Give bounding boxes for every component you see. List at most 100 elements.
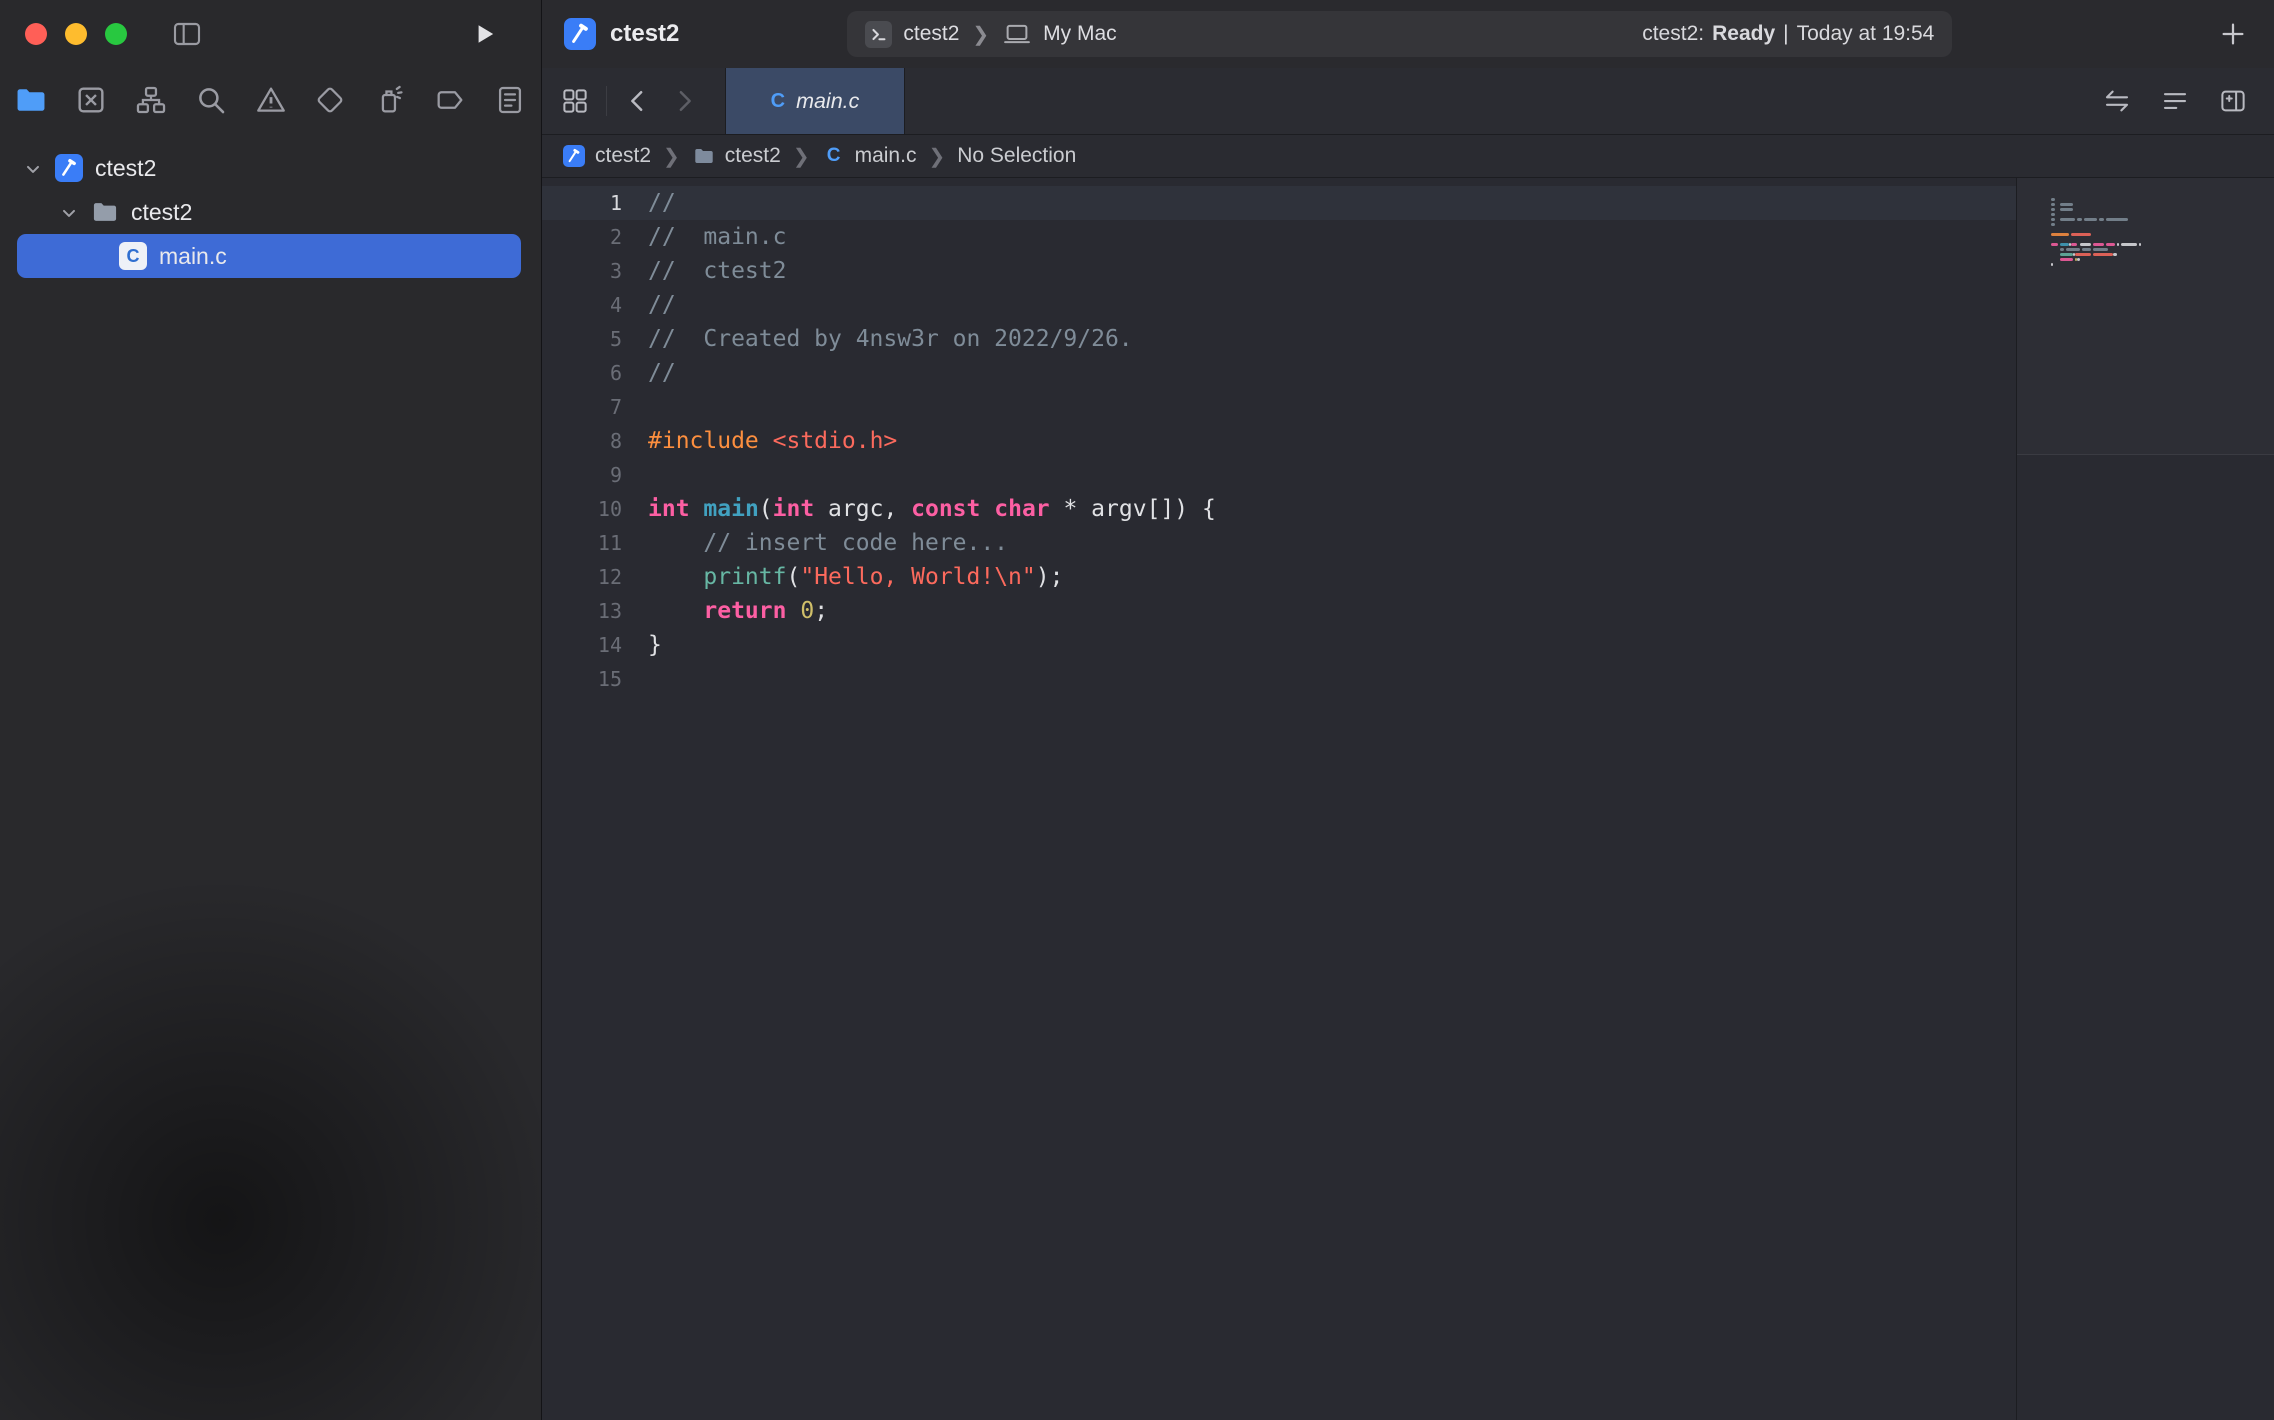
- debug-navigator-icon[interactable]: [373, 83, 407, 117]
- sidebar-toolbar: [0, 0, 541, 68]
- breakpoint-navigator-icon[interactable]: [433, 83, 467, 117]
- code-text[interactable]: }: [648, 628, 662, 662]
- breadcrumb-chevron-icon: ❯: [663, 144, 680, 169]
- line-number[interactable]: 7: [542, 390, 648, 424]
- line-number[interactable]: 8: [542, 424, 648, 458]
- code-text[interactable]: //: [648, 356, 676, 390]
- traffic-lights: [25, 23, 127, 45]
- code-line[interactable]: 2// main.c: [542, 220, 2016, 254]
- project-title: ctest2: [610, 20, 679, 48]
- code-text[interactable]: // insert code here...: [648, 526, 1008, 560]
- xcode-project-icon: [564, 18, 596, 50]
- folder-icon: [89, 197, 121, 227]
- jumpbar-label: ctest2: [725, 144, 781, 168]
- navigator-bar: [0, 68, 541, 132]
- code-line[interactable]: 10int main(int argc, const char * argv[]…: [542, 492, 2016, 526]
- forward-chevron-icon[interactable]: [669, 86, 699, 116]
- code-line[interactable]: 9: [542, 458, 2016, 492]
- main-toolbar: ctest2 ctest2 ❯ My Mac ctest2: Ready: [542, 0, 2274, 68]
- chevron-right-icon: ❯: [970, 22, 991, 47]
- code-line[interactable]: 13 return 0;: [542, 594, 2016, 628]
- line-number[interactable]: 9: [542, 458, 648, 492]
- xcode-project-icon: [562, 144, 586, 168]
- scheme-device-label: My Mac: [1043, 22, 1117, 46]
- sidebar-item-main-c[interactable]: Cmain.c: [17, 234, 521, 278]
- code-area[interactable]: 1//2// main.c3// ctest24//5// Created by…: [542, 178, 2016, 1420]
- line-number[interactable]: 2: [542, 220, 648, 254]
- sidebar-toggle-icon[interactable]: [171, 18, 203, 50]
- find-navigator-icon[interactable]: [194, 83, 228, 117]
- line-number[interactable]: 11: [542, 526, 648, 560]
- code-line[interactable]: 3// ctest2: [542, 254, 2016, 288]
- code-text[interactable]: printf("Hello, World!\n");: [648, 560, 1063, 594]
- tab-label: main.c: [796, 89, 859, 114]
- project-navigator-icon[interactable]: [14, 83, 48, 117]
- code-text[interactable]: //: [648, 288, 676, 322]
- code-line[interactable]: 6//: [542, 356, 2016, 390]
- code-line[interactable]: 12 printf("Hello, World!\n");: [542, 560, 2016, 594]
- code-text[interactable]: // ctest2: [648, 254, 786, 288]
- line-number[interactable]: 4: [542, 288, 648, 322]
- issue-navigator-icon[interactable]: [254, 83, 288, 117]
- jump-bar: ctest2❯ctest2❯Cmain.c❯No Selection: [542, 135, 2274, 178]
- code-line[interactable]: 1//: [542, 186, 2016, 220]
- tab-main-c[interactable]: C main.c: [725, 68, 905, 134]
- minimize-button[interactable]: [65, 23, 87, 45]
- line-number[interactable]: 14: [542, 628, 648, 662]
- code-line[interactable]: 4//: [542, 288, 2016, 322]
- code-text[interactable]: #include <stdio.h>: [648, 424, 897, 458]
- line-number[interactable]: 12: [542, 560, 648, 594]
- report-navigator-icon[interactable]: [493, 83, 527, 117]
- code-text[interactable]: // Created by 4nsw3r on 2022/9/26.: [648, 322, 1133, 356]
- jumpbar-item-main-c[interactable]: Cmain.c: [822, 144, 917, 168]
- library-add-icon[interactable]: [2218, 19, 2248, 49]
- c-file-icon: C: [117, 241, 149, 271]
- close-button[interactable]: [25, 23, 47, 45]
- code-line[interactable]: 7: [542, 390, 2016, 424]
- scheme-selector[interactable]: ctest2 ❯ My Mac: [865, 19, 1116, 49]
- disclosure-chevron-icon[interactable]: [23, 158, 53, 178]
- line-number[interactable]: 10: [542, 492, 648, 526]
- line-number[interactable]: 5: [542, 322, 648, 356]
- zoom-button[interactable]: [105, 23, 127, 45]
- source-editor: 1//2// main.c3// ctest24//5// Created by…: [542, 178, 2274, 1420]
- line-number[interactable]: 13: [542, 594, 648, 628]
- source-control-navigator-icon[interactable]: [74, 83, 108, 117]
- code-text[interactable]: return 0;: [648, 594, 828, 628]
- code-text[interactable]: int main(int argc, const char * argv[]) …: [648, 492, 1216, 526]
- line-number[interactable]: 6: [542, 356, 648, 390]
- sidebar-item-ctest2[interactable]: ctest2: [17, 146, 521, 190]
- line-number[interactable]: 3: [542, 254, 648, 288]
- jumpbar-label: No Selection: [957, 144, 1076, 168]
- editor-options-icon[interactable]: [2160, 86, 2190, 116]
- minimap[interactable]: [2017, 178, 2274, 455]
- back-chevron-icon[interactable]: [623, 86, 653, 116]
- code-text[interactable]: //: [648, 186, 676, 220]
- status-time: Today at 19:54: [1797, 22, 1935, 46]
- file-label: ctest2: [95, 155, 156, 182]
- file-label: main.c: [159, 243, 227, 270]
- file-label: ctest2: [131, 199, 192, 226]
- code-review-icon[interactable]: [2102, 86, 2132, 116]
- test-navigator-icon[interactable]: [313, 83, 347, 117]
- code-line[interactable]: 14}: [542, 628, 2016, 662]
- related-items-grid-icon[interactable]: [560, 86, 590, 116]
- code-line[interactable]: 15: [542, 662, 2016, 696]
- line-number[interactable]: 1: [542, 186, 648, 220]
- code-line[interactable]: 5// Created by 4nsw3r on 2022/9/26.: [542, 322, 2016, 356]
- jumpbar-item-ctest2[interactable]: ctest2: [562, 144, 651, 168]
- code-line[interactable]: 8#include <stdio.h>: [542, 424, 2016, 458]
- code-text[interactable]: // main.c: [648, 220, 786, 254]
- add-editor-icon[interactable]: [2218, 86, 2248, 116]
- jumpbar-item-ctest2[interactable]: ctest2: [692, 144, 781, 168]
- disclosure-chevron-icon[interactable]: [59, 202, 89, 222]
- run-button[interactable]: [471, 20, 499, 48]
- c-file-icon: C: [771, 90, 785, 113]
- activity-view: ctest2 ❯ My Mac ctest2: Ready | Today at…: [847, 11, 1952, 57]
- toolbar-separator: [606, 86, 607, 116]
- symbol-navigator-icon[interactable]: [134, 83, 168, 117]
- sidebar-item-ctest2[interactable]: ctest2: [17, 190, 521, 234]
- line-number[interactable]: 15: [542, 662, 648, 696]
- jumpbar-item-no-selection[interactable]: No Selection: [957, 144, 1076, 168]
- code-line[interactable]: 11 // insert code here...: [542, 526, 2016, 560]
